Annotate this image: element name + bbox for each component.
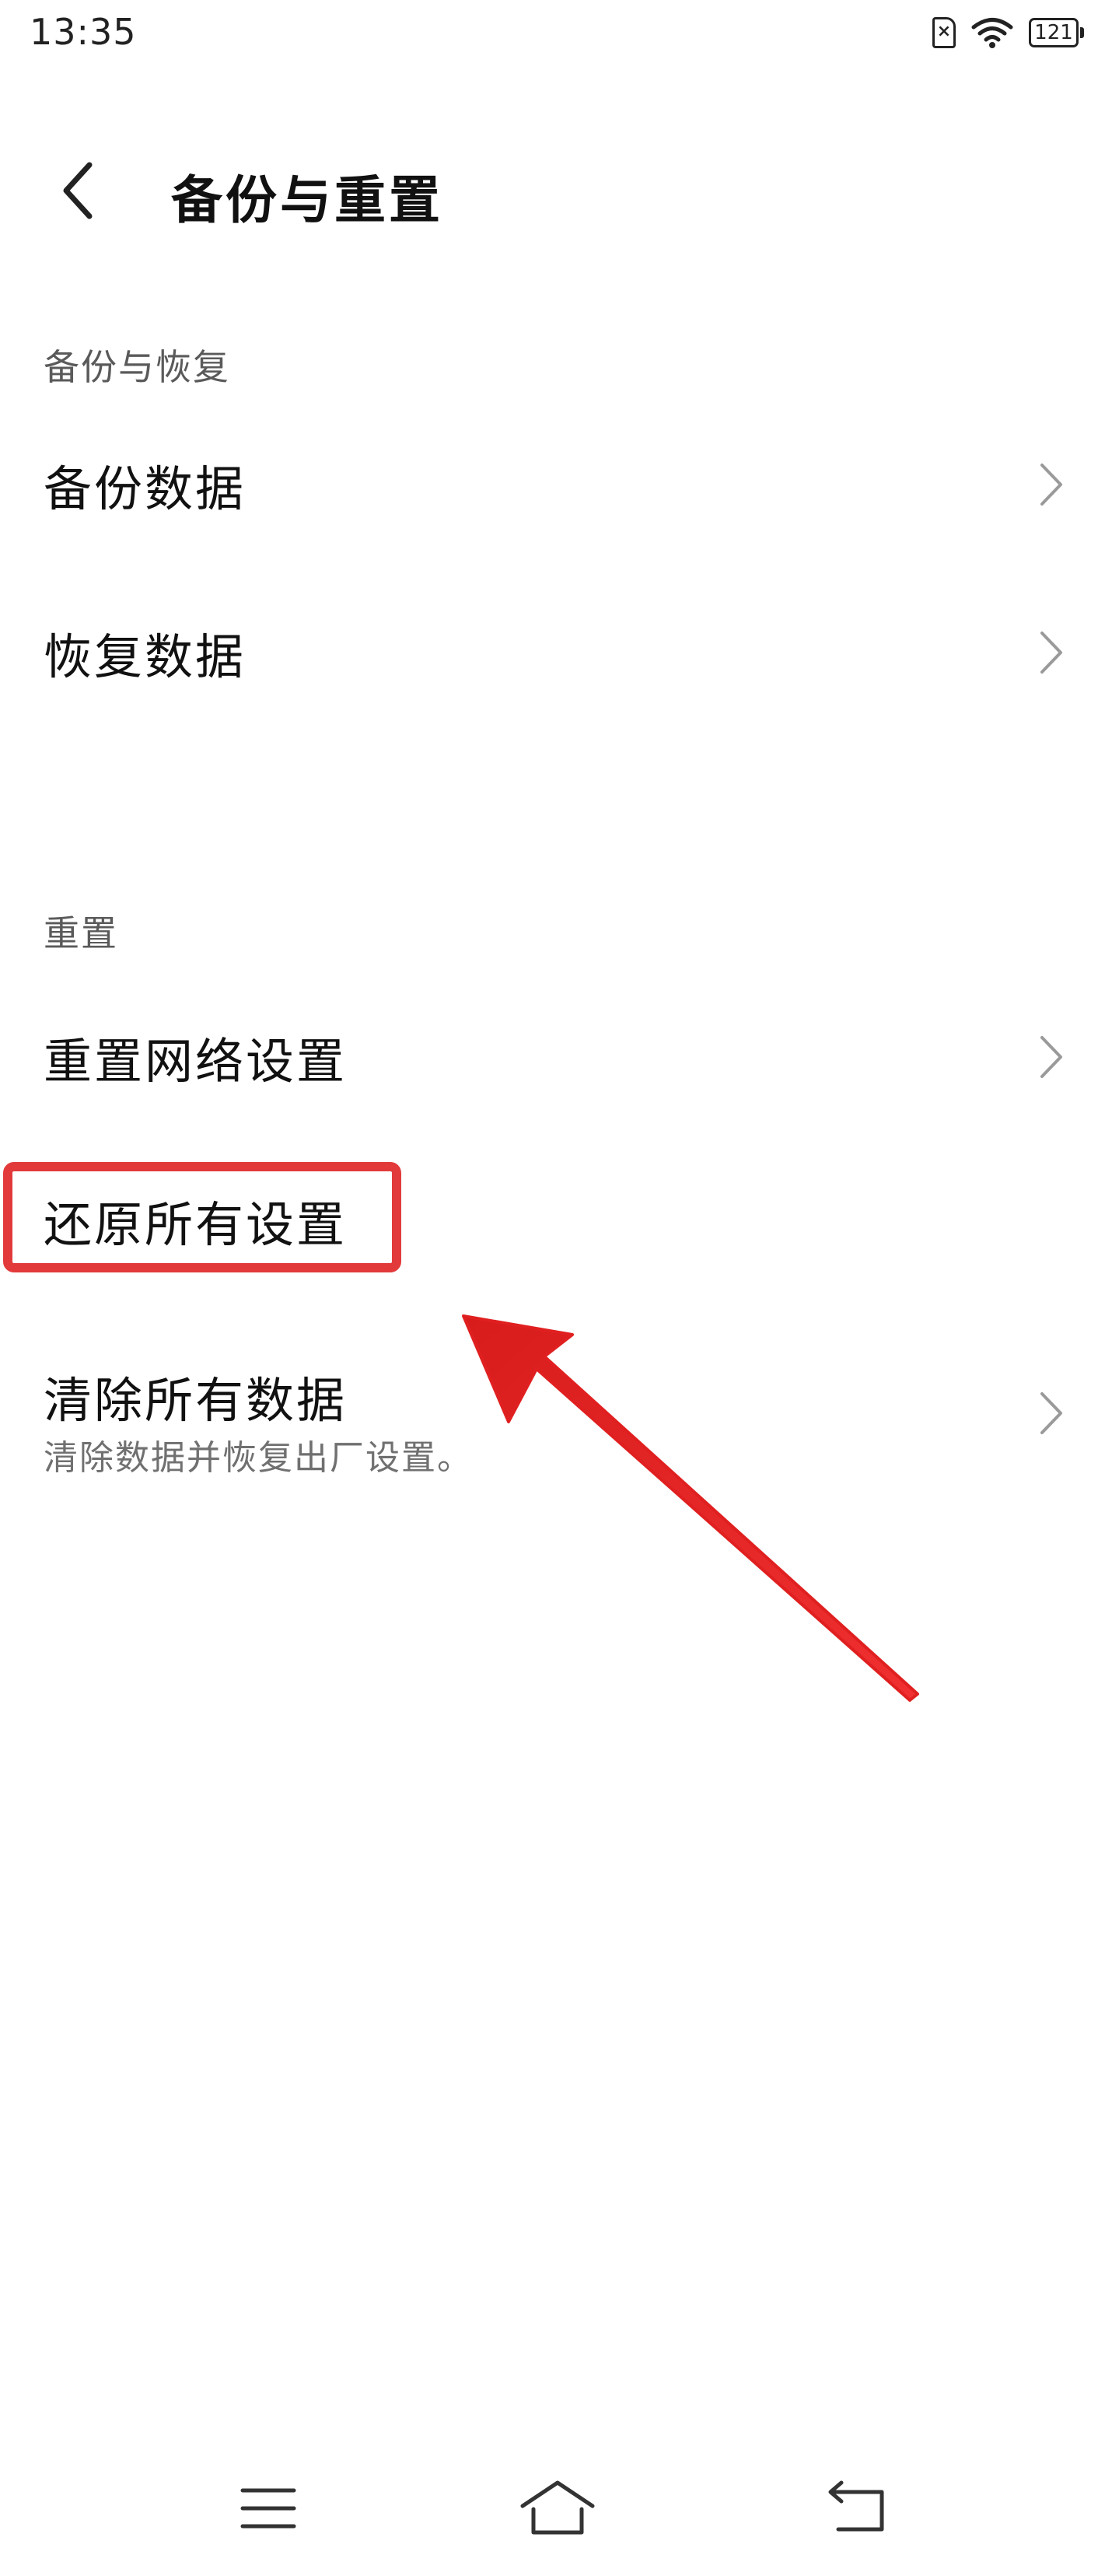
page-title: 备份与重置 — [171, 170, 443, 230]
row-label: 恢复数据 — [44, 628, 247, 685]
chevron-right-icon — [1040, 1036, 1062, 1078]
back-arrow-icon — [63, 162, 93, 219]
battery-icon: 121 — [1029, 18, 1084, 47]
navigation-bar — [0, 2450, 1098, 2576]
section-label-reset: 重置 — [44, 912, 118, 954]
status-icons: × 121 — [932, 17, 1084, 48]
row-restore-data[interactable]: 恢复数据 — [0, 588, 1098, 712]
return-icon[interactable] — [815, 2473, 900, 2543]
row-label: 备份数据 — [44, 460, 247, 517]
row-subtitle: 清除数据并恢复出厂设置。 — [44, 1438, 473, 1478]
home-icon[interactable] — [515, 2473, 600, 2543]
annotation-highlight-box — [3, 1162, 401, 1272]
section-label-backup: 备份与恢复 — [44, 346, 230, 388]
sim-card-icon: × — [932, 17, 956, 48]
row-backup-data[interactable]: 备份数据 — [0, 420, 1098, 544]
status-bar: 13:35 × 121 — [0, 0, 1098, 75]
row-reset-network-settings[interactable]: 重置网络设置 — [0, 992, 1098, 1117]
battery-tip — [1080, 27, 1084, 38]
back-button[interactable] — [44, 156, 114, 226]
row-label: 清除所有数据 — [44, 1372, 348, 1429]
row-erase-all-data[interactable]: 清除所有数据 清除数据并恢复出厂设置。 — [0, 1338, 1098, 1501]
chevron-right-icon — [1040, 632, 1062, 674]
battery-level: 121 — [1029, 18, 1079, 47]
status-time: 13:35 — [30, 11, 137, 53]
menu-icon[interactable] — [226, 2473, 311, 2543]
chevron-right-icon — [1040, 1392, 1062, 1434]
chevron-right-icon — [1040, 464, 1062, 506]
wifi-icon — [971, 18, 1013, 48]
row-label: 重置网络设置 — [44, 1033, 348, 1090]
header: 备份与重置 — [0, 117, 1098, 264]
